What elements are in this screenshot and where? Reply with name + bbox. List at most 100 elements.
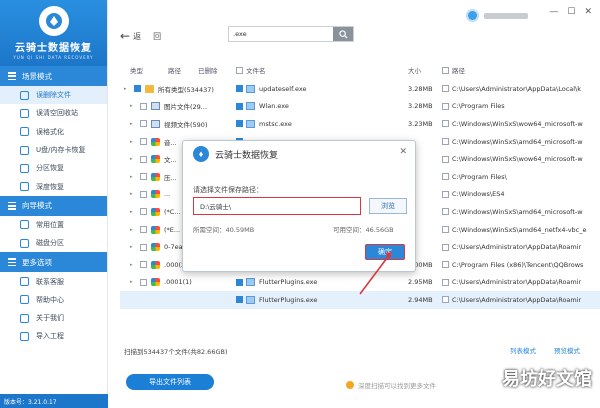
expand-icon[interactable]: ▸ — [130, 174, 136, 180]
expand-icon[interactable]: ▸ — [130, 156, 136, 162]
location-icon — [20, 220, 29, 230]
expand-icon[interactable]: ▸ — [130, 244, 136, 250]
sidebar-item-help[interactable]: 帮助中心 — [0, 291, 107, 309]
category-checkbox[interactable] — [140, 243, 147, 251]
file-checkbox[interactable] — [236, 85, 243, 93]
sidebar-item-partition[interactable]: 分区恢复 — [0, 159, 107, 177]
path-checkbox[interactable] — [442, 278, 449, 286]
category-checkbox[interactable] — [134, 85, 141, 93]
support-icon — [20, 277, 29, 287]
file-name: updateself.exe — [259, 84, 307, 93]
path-checkbox[interactable] — [442, 138, 449, 146]
sidebar-item-deleted-files[interactable]: 误删除文件 — [0, 86, 107, 105]
path-checkbox[interactable] — [442, 155, 449, 163]
category-checkbox[interactable] — [140, 226, 147, 234]
dialog-close-button[interactable]: ✕ — [399, 147, 407, 157]
path-checkbox[interactable] — [442, 85, 449, 93]
expand-icon[interactable]: ▸ — [130, 191, 136, 197]
sidebar-item-about[interactable]: 关于我们 — [0, 309, 107, 327]
file-checkbox[interactable] — [236, 120, 243, 128]
table-row[interactable]: ▸ 所有类型(534437) updateself.exe 3.28MB C:\User… — [120, 80, 600, 98]
file-path: C:\Users\Administrator\AppData\Local\k — [452, 84, 582, 93]
list-mode-button[interactable]: 列表模式 — [510, 345, 536, 355]
partition-icon — [20, 163, 29, 173]
select-all-checkbox[interactable] — [236, 66, 243, 74]
path-checkbox[interactable] — [442, 120, 449, 128]
file-path: C:\Windows\WinSxS\amd64_microsoft-w — [452, 207, 583, 216]
browse-button[interactable]: 浏览 — [369, 198, 407, 214]
expand-icon[interactable]: ▸ — [130, 227, 136, 233]
expand-icon[interactable]: ▸ — [124, 86, 130, 92]
expand-icon[interactable]: ▸ — [130, 139, 136, 145]
category-checkbox[interactable] — [140, 120, 147, 128]
path-checkbox[interactable] — [442, 208, 449, 216]
sidebar-item-import[interactable]: 导入工程 — [0, 327, 107, 345]
close-button[interactable]: ✕ — [584, 7, 592, 17]
path-checkbox[interactable] — [442, 261, 449, 269]
path-checkbox[interactable] — [442, 226, 449, 234]
category-checkbox[interactable] — [140, 261, 147, 269]
header-type[interactable]: 类型 — [130, 65, 143, 75]
usb-icon — [20, 145, 29, 155]
file-checkbox[interactable] — [236, 296, 243, 304]
header-filename[interactable]: 文件名 — [246, 65, 266, 75]
exe-file-icon — [246, 102, 255, 111]
header-size[interactable]: 大小 — [408, 65, 421, 75]
preview-mode-button[interactable]: 预览模式 — [554, 345, 580, 355]
file-path: C:\Program Files — [452, 102, 505, 111]
path-checkbox[interactable] — [442, 66, 449, 74]
path-checkbox[interactable] — [442, 102, 449, 110]
search-button[interactable] — [333, 27, 353, 41]
file-type-icon — [151, 190, 160, 199]
category-checkbox[interactable] — [140, 173, 147, 181]
expand-icon[interactable]: ▸ — [130, 121, 136, 127]
category-label: 所有类型(534437) — [158, 85, 214, 94]
path-checkbox[interactable] — [442, 190, 449, 198]
sidebar-item-formatted[interactable]: 误格式化 — [0, 123, 107, 141]
window-controls: — ☐ ✕ — [549, 7, 592, 17]
header-filepath[interactable]: 路径 — [452, 65, 465, 75]
path-checkbox[interactable] — [442, 296, 449, 304]
expand-icon[interactable]: ▸ — [130, 103, 136, 109]
file-checkbox[interactable] — [236, 102, 243, 110]
file-path: C:\Windows\ES4 — [452, 190, 505, 199]
scan-summary: 扫描到534437个文件(共82.66GB) — [124, 348, 228, 356]
sidebar-item-support[interactable]: 联系客服 — [0, 272, 107, 290]
category-checkbox[interactable] — [140, 155, 147, 163]
table-row[interactable]: ▸ 图片文件(29... Wlan.exe 3.28MB C:\Program File… — [120, 98, 600, 116]
file-icon — [20, 90, 29, 100]
header-deleted[interactable]: 已删除 — [198, 65, 218, 75]
disk-icon — [20, 238, 29, 248]
expand-icon[interactable]: ▸ — [130, 262, 136, 268]
export-list-button[interactable]: 导出文件列表 — [126, 374, 214, 390]
file-path: C:\Windows\WinSxS\wow64_microsoft-w — [452, 119, 583, 128]
sidebar-item-disk-partition[interactable]: 磁盘分区 — [0, 234, 107, 252]
file-path: C:\Users\Administrator\AppData\Roamir — [452, 278, 582, 287]
sidebar-item-recycle-bin[interactable]: 误清空回收站 — [0, 104, 107, 122]
category-checkbox[interactable] — [140, 208, 147, 216]
table-header: 类型 路径 已删除 文件名 大小 路径 — [120, 62, 600, 78]
minimize-button[interactable]: — — [549, 7, 558, 17]
file-checkbox[interactable] — [236, 278, 243, 286]
user-account[interactable] — [466, 9, 528, 22]
maximize-button[interactable]: ☐ — [567, 7, 575, 17]
category-checkbox[interactable] — [140, 278, 147, 286]
expand-icon[interactable]: ▸ — [130, 279, 136, 285]
save-path-input[interactable]: D:\云骑士\ — [193, 197, 361, 215]
search-input[interactable] — [229, 27, 331, 41]
header-path-left[interactable]: 路径 — [168, 65, 181, 75]
category-checkbox[interactable] — [140, 190, 147, 198]
category-checkbox[interactable] — [140, 138, 147, 146]
sidebar-item-usb[interactable]: U盘/内存卡恢复 — [0, 141, 107, 159]
path-checkbox[interactable] — [442, 243, 449, 251]
path-checkbox[interactable] — [442, 173, 449, 181]
sidebar-item-common-locations[interactable]: 常用位置 — [0, 216, 107, 234]
warning-icon — [346, 381, 354, 389]
trash-icon — [20, 108, 29, 118]
expand-icon[interactable]: ▸ — [130, 209, 136, 215]
sidebar-item-deep[interactable]: 深度恢复 — [0, 177, 107, 195]
back-button[interactable]: ← 返 回 — [120, 29, 161, 43]
import-icon — [20, 331, 29, 341]
table-row[interactable]: ▸ 视频文件(590) mstsc.exe 3.23MB C:\Windows\WinS… — [120, 115, 600, 133]
category-checkbox[interactable] — [140, 102, 147, 110]
